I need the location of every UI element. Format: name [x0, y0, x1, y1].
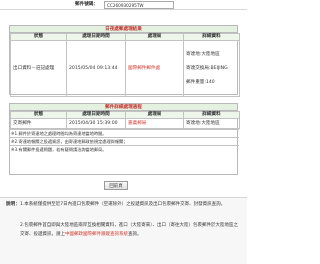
col-status: 狀態 — [10, 33, 67, 41]
back-button[interactable]: 回前頁 — [104, 181, 128, 190]
table-row: 交寄郵件 2015/04/30 15:39:00 嘉義郵局 寄達地:大陸地區 — [10, 118, 240, 129]
daily-result-panel: 日夜處郵處理結果 狀態 處理日期時間 處理局 詳細資料 出口資料－註記處理 20… — [9, 25, 240, 97]
daily-result-title: 日夜處郵處理結果 — [10, 26, 237, 33]
details-cell: 寄達地:大陸地區 — [183, 118, 240, 129]
destination-detail: 寄達地:大陸地區 — [186, 51, 220, 57]
details-cell: 寄達地:大陸地區 寄達交換局:BEIJING 郵件重量:140 — [183, 40, 240, 97]
exchange-office-detail: 寄達交換局:BEIJING — [186, 65, 228, 71]
status-cell: 交寄郵件 — [10, 118, 67, 129]
mail-number-value: CC260930295TW — [104, 0, 174, 9]
col-details: 詳細資料 — [183, 111, 240, 119]
col-datetime: 處理日期時間 — [66, 33, 126, 41]
office-cell: 國際郵件郵件處 — [125, 40, 184, 97]
office-cell: 嘉義郵局 — [125, 118, 184, 129]
tracking-system-link[interactable]: 中國郵政國際郵件跟蹤查詢系統 — [65, 232, 128, 237]
status-cell: 出口資料－註記處理 — [10, 40, 67, 97]
mail-history-table: 狀態 處理日期時間 處理局 詳細資料 交寄郵件 2015/04/30 15:39… — [10, 111, 240, 129]
mail-number-row: 郵件號碼： CC260930295TW — [0, 0, 247, 10]
explanation-item-2: 2.包裹郵件首自即與大陸地區兩岸互換相關資料，進口（大陸寄來）、出口（寄往大陸）… — [20, 222, 242, 239]
col-status: 狀態 — [10, 111, 67, 119]
col-datetime: 處理日期時間 — [66, 111, 126, 119]
col-office: 處理局 — [125, 33, 184, 41]
explanation-heading: 說明： — [6, 202, 20, 207]
note-customs: ※2.寄達地報關之投遞資訊，由寄達地郵政依規定處理與報關； — [10, 137, 239, 144]
mail-number-label: 郵件號碼： — [75, 2, 98, 7]
mail-history-title: 郵件詳細處理過程 — [10, 104, 237, 111]
table-row: 出口資料－註記處理 2015/05/04 09:13:44 國際郵件郵件處 寄達… — [10, 40, 240, 97]
mail-history-panel: 郵件詳細處理過程 狀態 處理日期時間 處理局 詳細資料 交寄郵件 2015/04… — [9, 103, 240, 175]
explanation-section: 說明： 1.本系統僅提供至近7日內進口包裹郵件（空運除外）之投遞資訊及出口包裹郵… — [0, 197, 247, 264]
weight-detail: 郵件重量:140 — [186, 79, 215, 85]
note-local-time: ※1.郵件於寄達地之處理時間均為寄達地當地時間。 — [10, 129, 239, 136]
datetime-cell: 2015/04/30 15:39:00 — [66, 118, 126, 129]
datetime-text: 2015/04/30 15:39:00 — [69, 120, 118, 126]
explanation-item-2-tail: 查詢。 — [128, 231, 142, 237]
note-delivery-inquiry: ※3.有關郵件投遞問題，若有疑問請洽詢當地郵局。 — [10, 145, 239, 152]
daily-result-table: 狀態 處理日期時間 處理局 詳細資料 出口資料－註記處理 2015/05/04 … — [10, 33, 240, 97]
col-office: 處理局 — [125, 111, 184, 119]
datetime-cell: 2015/05/04 09:13:44 — [66, 40, 126, 97]
explanation-item-1: 1.本系統僅提供至近7日內進口包裹郵件（空運除外）之投遞資訊及出口包裹郵件交寄、… — [20, 202, 226, 207]
col-details: 詳細資料 — [183, 33, 240, 41]
